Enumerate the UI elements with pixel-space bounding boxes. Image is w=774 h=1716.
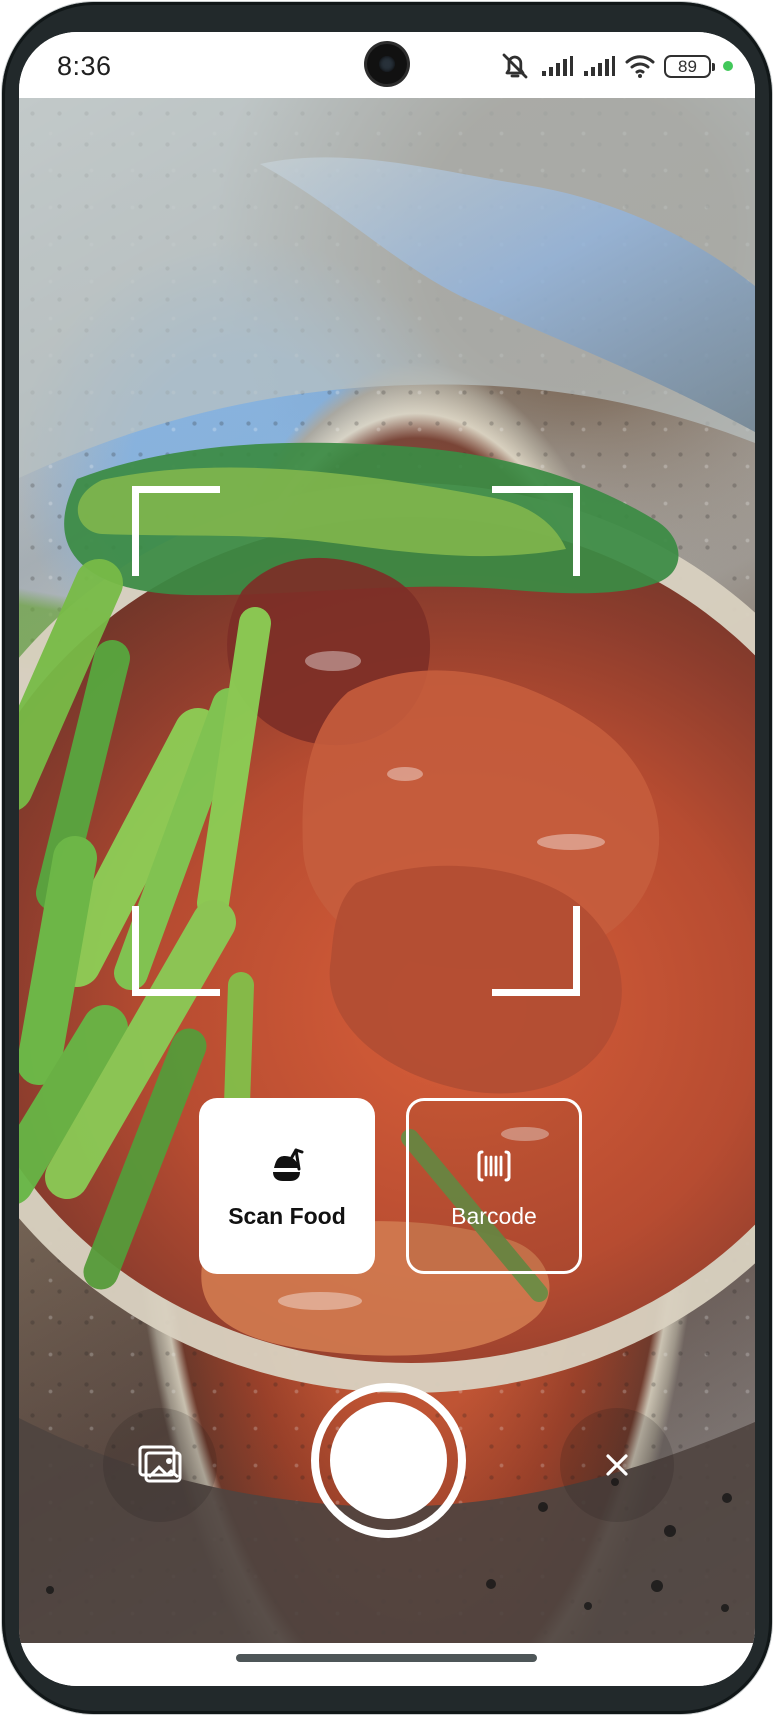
front-camera [367,44,407,84]
scan-frame-bottom-left-corner [132,906,220,996]
gesture-area [19,1643,755,1686]
gallery-button[interactable] [103,1408,217,1522]
phone-frame: 8:36 89 Scan Food Barcode [2,2,772,1714]
signal-icon [542,56,573,76]
barcode-label: Barcode [451,1203,537,1229]
food-scan-icon [273,1148,304,1181]
close-icon [606,1454,628,1476]
signal-icon [584,56,615,76]
scan-frame-top-left-corner [132,486,220,576]
status-icons: 89 [498,50,733,82]
scan-food-label: Scan Food [228,1203,346,1229]
shutter-inner-circle [330,1402,447,1519]
scan-food-mode-button[interactable]: Scan Food [199,1098,375,1274]
barcode-mode-button[interactable]: Barcode [406,1098,582,1274]
barcode-icon [477,1150,511,1182]
close-camera-button[interactable] [560,1408,674,1522]
privacy-indicator-dot [723,61,733,71]
camera-controls [19,1363,755,1563]
home-indicator[interactable] [236,1654,537,1662]
status-time: 8:36 [57,51,112,81]
battery-icon: 89 [664,54,715,78]
gallery-icon [138,1445,182,1483]
camera-preview[interactable]: Scan Food Barcode [19,98,755,1643]
shutter-button[interactable] [311,1383,466,1538]
scan-frame-top-right-corner [492,486,580,576]
status-bar: 8:36 89 [19,32,755,98]
wifi-icon [625,55,655,78]
scan-frame-bottom-right-corner [492,906,580,996]
bell-muted-icon [502,53,528,79]
phone-screen: 8:36 89 Scan Food Barcode [19,32,755,1686]
